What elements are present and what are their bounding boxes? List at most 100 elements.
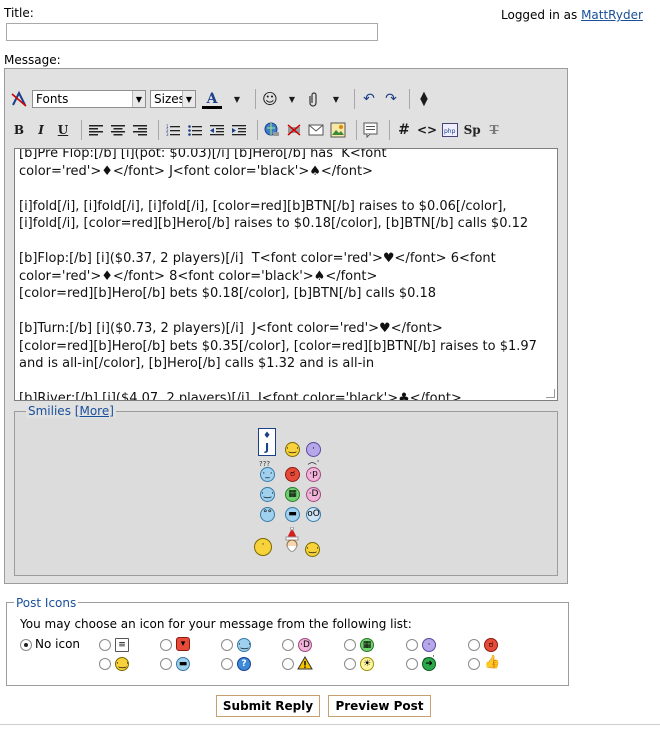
chevron-down-icon[interactable]: ▼ <box>228 88 246 110</box>
insert-email-icon[interactable] <box>307 119 325 141</box>
align-center-icon[interactable] <box>109 119 127 141</box>
smile-icon[interactable]: ·‿· <box>285 442 300 457</box>
post-icon-radio[interactable] <box>344 639 356 651</box>
cool-icon[interactable]: ·‿· <box>260 487 275 502</box>
laugh-icon: ·D <box>298 638 312 652</box>
ordered-list-icon[interactable]: 123 <box>164 119 182 141</box>
bold-button[interactable]: B <box>10 119 28 141</box>
username-link[interactable]: MattRyder <box>581 8 643 22</box>
remove-link-icon[interactable] <box>285 119 303 141</box>
rolleyes-icon[interactable]: °° <box>260 507 275 522</box>
post-icon-radio[interactable] <box>99 658 111 670</box>
frown-icon[interactable]: ·︵· <box>306 442 321 467</box>
post-icon-radio[interactable] <box>160 639 172 651</box>
unordered-list-icon[interactable] <box>186 119 204 141</box>
toolbar-row-2: B I U 123 # <> php Sp T <box>10 117 507 143</box>
toolbar-row-1: Fonts ▼ Sizes ▼ A ▼ ☺ ▼ ▼ ↶ ↷ ▲ ▼ <box>10 86 437 112</box>
align-left-icon[interactable] <box>87 119 105 141</box>
post-icon-radio[interactable] <box>406 658 418 670</box>
quote-icon[interactable] <box>362 119 380 141</box>
spoiler-button[interactable]: Sp <box>463 119 481 141</box>
post-icon-radio[interactable] <box>282 658 294 670</box>
question-icon: ? <box>237 657 251 671</box>
post-icon-radio[interactable] <box>221 658 233 670</box>
toolbar-divider <box>257 120 258 140</box>
santa-smiley-icon[interactable] <box>284 526 300 557</box>
message-label: Message: <box>4 53 61 67</box>
post-icon-radio[interactable] <box>468 639 480 651</box>
font-select-value: Fonts <box>36 92 69 106</box>
message-line: [i]fold[/i], [i]fold[/i], [i]fold[/i], [… <box>19 198 507 214</box>
grin-icon[interactable]: ▦ <box>285 487 300 502</box>
indent-icon[interactable] <box>230 119 248 141</box>
remove-format-icon[interactable] <box>10 88 28 110</box>
preview-post-button[interactable]: Preview Post <box>328 695 431 717</box>
toolbar-divider <box>255 89 256 109</box>
outdent-icon[interactable] <box>208 119 226 141</box>
post-icon-radio-none[interactable] <box>20 639 32 651</box>
frown-icon: ·︵· <box>422 638 436 662</box>
sunglasses-icon[interactable]: ▬ <box>285 507 300 522</box>
message-line: [i]fold[/i], [color=red][b]Hero[/b] rais… <box>19 216 529 231</box>
message-line <box>19 233 553 251</box>
align-right-icon[interactable] <box>131 119 149 141</box>
post-icon-radio[interactable] <box>282 639 294 651</box>
cool-icon: ·‿· <box>237 638 251 652</box>
message-line: color='red'>♦</font> 8<font color='black… <box>19 268 378 284</box>
laugh-icon[interactable]: ·D <box>306 487 321 502</box>
post-icon-radio[interactable] <box>344 658 356 670</box>
title-label: Title: <box>4 6 34 20</box>
smilies-legend: Smilies [More] <box>26 404 116 418</box>
mad-icon: ಠ <box>484 638 498 652</box>
html-button[interactable]: <> <box>417 119 437 141</box>
message-line: [b]Pre Flop:[/b] [i](pot: $0.03)[/i] [b]… <box>19 148 387 161</box>
sunglasses-icon: ▬ <box>176 657 190 671</box>
font-color-letter: A <box>206 91 218 107</box>
wink-icon[interactable]: ·‿· <box>305 542 320 557</box>
chevron-down-icon[interactable]: ▼ <box>327 88 345 110</box>
submit-reply-button[interactable]: Submit Reply <box>216 695 320 717</box>
confused-icon[interactable]: ·_· <box>260 467 275 482</box>
post-icon-radio[interactable] <box>468 658 480 670</box>
pacman-smiley-icon[interactable]: · <box>254 538 272 556</box>
resize-editor-icon[interactable]: ▲ ▼ <box>415 88 433 110</box>
attachment-icon[interactable] <box>305 88 323 110</box>
post-icon-radio[interactable] <box>99 639 111 651</box>
message-line: [b]River:[/b] [i]($4.07, 2 players)[/i] … <box>19 391 462 401</box>
underline-button[interactable]: U <box>54 119 72 141</box>
code-button[interactable]: # <box>395 119 413 141</box>
strike-button[interactable]: T <box>485 119 503 141</box>
card-letter: J <box>264 441 270 454</box>
grin-icon: ▦ <box>360 638 374 652</box>
post-icons-instruction: You may choose an icon for your message … <box>20 617 412 631</box>
font-color-button[interactable]: A <box>200 88 224 110</box>
php-icon[interactable]: php <box>441 119 459 141</box>
message-textarea[interactable]: [b]Pre Flop:[/b] [i](pot: $0.03)[/i] [b]… <box>14 148 558 401</box>
font-select[interactable]: Fonts ▼ <box>32 90 146 108</box>
svg-text:3: 3 <box>166 132 169 136</box>
resize-grip-icon[interactable] <box>546 389 555 398</box>
message-line <box>19 303 553 321</box>
post-icon-radio[interactable] <box>406 639 418 651</box>
tongue-icon[interactable]: ·p <box>306 467 321 482</box>
undo-icon[interactable]: ↶ <box>360 88 378 110</box>
redo-icon[interactable]: ↷ <box>382 88 400 110</box>
mad-icon[interactable]: ಠ <box>285 467 300 482</box>
post-icon-radio[interactable] <box>160 658 172 670</box>
title-input[interactable] <box>6 23 378 41</box>
post-icon-radio[interactable] <box>221 639 233 651</box>
message-line: and is all-in[/color], [b]Hero[/b] calls… <box>19 356 375 371</box>
post-icons-legend: Post Icons <box>14 596 79 610</box>
insert-link-icon[interactable] <box>263 119 281 141</box>
thumbs-up-icon: 👍 <box>484 655 501 670</box>
italic-button[interactable]: I <box>32 119 50 141</box>
size-select[interactable]: Sizes ▼ <box>150 90 196 108</box>
eek-icon[interactable]: oO <box>306 507 321 522</box>
smiley-menu-icon[interactable]: ☺ <box>261 88 279 110</box>
insert-image-icon[interactable] <box>329 119 347 141</box>
warning-icon <box>297 656 313 670</box>
chevron-down-icon[interactable]: ▼ <box>283 88 301 110</box>
smilies-more-link[interactable]: [More] <box>75 404 114 418</box>
message-line <box>19 373 553 391</box>
card-smiley-icon[interactable]: ♦ J <box>258 428 276 456</box>
